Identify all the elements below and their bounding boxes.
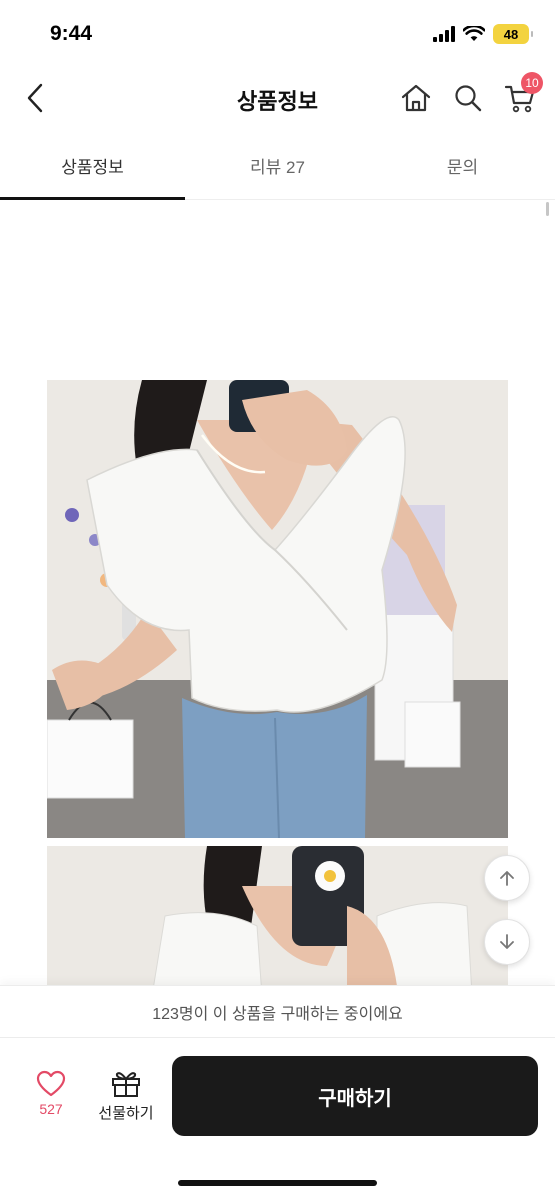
product-tabs: 상품정보 리뷰 27 문의	[0, 132, 555, 200]
gift-button[interactable]: 선물하기	[92, 1070, 160, 1128]
purchase-activity-notice: 123명이 이 상품을 구매하는 중이에요	[0, 985, 555, 1037]
gift-icon	[112, 1072, 140, 1097]
arrow-down-icon	[500, 934, 514, 949]
content-scrollbar[interactable]	[546, 202, 549, 216]
battery-indicator: 48	[493, 24, 533, 44]
back-button[interactable]	[18, 78, 52, 118]
bottom-action-bar: 527 선물하기 구매하기	[0, 1037, 555, 1200]
back-icon	[27, 83, 43, 113]
product-detail-content[interactable]	[0, 200, 555, 985]
status-time: 9:44	[50, 22, 93, 45]
cart-button[interactable]: 10	[501, 72, 543, 118]
app-header: 상품정보 10	[0, 64, 555, 132]
buy-button[interactable]: 구매하기	[172, 1056, 538, 1136]
tab-product-info[interactable]: 상품정보	[0, 132, 185, 200]
product-photo	[47, 380, 508, 838]
status-bar: 9:44 48	[0, 0, 555, 64]
header-actions: 10	[397, 72, 543, 118]
tab-reviews[interactable]: 리뷰 27	[185, 132, 370, 199]
tab-inquiry[interactable]: 문의	[370, 132, 555, 199]
home-icon	[401, 84, 431, 112]
product-photo-illustration	[47, 380, 508, 838]
wifi-icon	[463, 26, 485, 41]
status-indicators: 48	[433, 24, 533, 44]
home-button[interactable]	[397, 78, 435, 118]
cellular-signal-icon	[433, 26, 455, 42]
scroll-bottom-button[interactable]	[484, 919, 530, 965]
product-photo	[47, 846, 508, 985]
product-photo-illustration	[47, 846, 508, 985]
scroll-top-button[interactable]	[484, 855, 530, 901]
arrow-up-icon	[500, 871, 514, 886]
home-indicator	[178, 1180, 377, 1186]
like-button[interactable]: 527	[28, 1070, 74, 1128]
cart-count-badge: 10	[521, 72, 543, 94]
search-button[interactable]	[449, 78, 487, 118]
gift-label: 선물하기	[98, 1105, 154, 1122]
like-count: 527	[39, 1101, 63, 1117]
heart-icon	[36, 1070, 66, 1097]
search-icon	[455, 85, 482, 112]
